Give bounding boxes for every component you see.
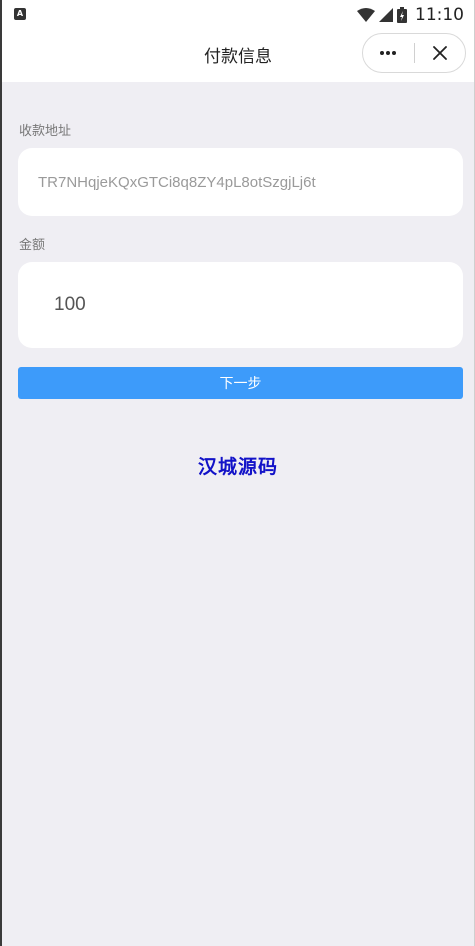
next-button[interactable]: 下一步 — [18, 367, 463, 399]
amount-label: 金额 — [19, 238, 46, 253]
address-label: 收款地址 — [19, 124, 72, 139]
watermark-text: 汉城源码 — [197, 456, 278, 478]
signal-icon — [379, 8, 393, 22]
wifi-icon — [357, 8, 375, 22]
close-button[interactable] — [415, 34, 466, 72]
nav-bar: 付款信息 — [2, 30, 474, 82]
app-notification-icon: A — [14, 8, 26, 20]
close-icon — [432, 46, 447, 60]
status-bar: A 11:10 — [2, 0, 474, 30]
more-dots-icon — [380, 51, 397, 55]
app-frame: A 11:10 付款信息 收款地址 TR7NHqjeKQxGTCi8q8ZY4p… — [0, 0, 475, 946]
status-time: 11:10 — [415, 5, 464, 25]
battery-icon — [397, 7, 407, 23]
more-button[interactable] — [363, 34, 414, 72]
amount-input[interactable] — [18, 262, 463, 348]
mini-program-capsule — [362, 33, 466, 73]
address-input[interactable] — [18, 148, 463, 216]
status-indicators: 11:10 — [357, 3, 464, 27]
